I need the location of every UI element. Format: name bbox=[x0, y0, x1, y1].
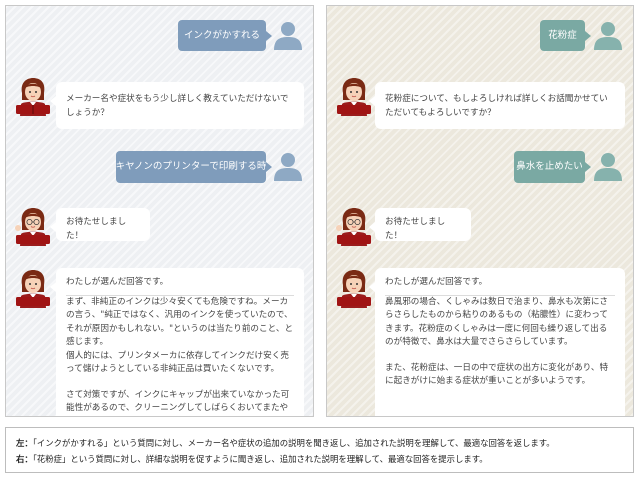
user-message-text: インクがかすれる bbox=[184, 29, 261, 41]
bot-avatar-icon bbox=[15, 208, 50, 246]
user-silhouette-icon bbox=[274, 153, 302, 181]
bot-avatar-icon bbox=[336, 208, 371, 246]
user-message-text: 鼻水を止めたい bbox=[516, 161, 583, 172]
user-message-bubble: 鼻水を止めたい bbox=[514, 151, 591, 183]
bot-message-text: 花粉症について、もしよろしければ詳しくお話聞かせていただいてもよろしいですか？ bbox=[385, 94, 608, 118]
bot-message-bubble: お待たせしました！ bbox=[369, 208, 471, 241]
bot-answer-bubble: わたしが選んだ回答です。 まず、非純正のインクは少々安くても危険ですね。メーカの… bbox=[50, 268, 304, 417]
caption-left-text: 「インクがかすれる」という質問に対し、メーカー名や症状の追加の説明を聞き返し、追… bbox=[32, 438, 555, 448]
caption-line-left: 左：「インクがかすれる」という質問に対し、メーカー名や症状の追加の説明を聞き返し… bbox=[16, 435, 623, 451]
answer-paragraph: また、花粉症は、一日の中で症状の出方に変化があり、特に起きがけに始まる症状が重い… bbox=[385, 362, 609, 387]
left-chat-panel: インクがかすれる メーカー名や症状をもう少し詳しく教えていただけないでしょうか？… bbox=[5, 5, 314, 417]
right-chat-panel: 花粉症 花粉症について、もしよろしければ詳しくお話聞かせていただいてもよろしいで… bbox=[326, 5, 634, 417]
bot-message-text: お待たせしました！ bbox=[66, 217, 127, 241]
bot-message-text: メーカー名や症状をもう少し詳しく教えていただけないでしょうか？ bbox=[66, 94, 289, 118]
user-message-text: キヤノンのプリンターで印刷する時 bbox=[115, 161, 267, 172]
caption-right-text: 「花粉症」という質問に対し、詳細な説明を促すように聞き返し、追加された説明を理解… bbox=[32, 454, 488, 464]
user-message-text: 花粉症 bbox=[548, 29, 577, 41]
answer-paragraph: さて対策ですが、インクにキャップが出来ていなかった可能性があるので、クリーニング… bbox=[66, 389, 290, 414]
user-silhouette-icon bbox=[274, 22, 302, 50]
answer-paragraph: まず、非純正のインクは少々安くても危険ですね。メーカの言う、"純正ではなく、汎用… bbox=[66, 296, 294, 348]
bot-message-bubble: 花粉症について、もしよろしければ詳しくお話聞かせていただいてもよろしいですか？ bbox=[369, 82, 625, 129]
answer-heading: わたしが選んだ回答です。 bbox=[66, 276, 294, 296]
user-message-bubble: インクがかすれる bbox=[178, 20, 272, 51]
user-silhouette-icon bbox=[594, 153, 622, 181]
user-message-bubble: キヤノンのプリンターで印刷する時 bbox=[115, 151, 272, 183]
answer-paragraph: 個人的には、プリンタメーカに依存してインクだけ安く売って儲けようとしている非純正… bbox=[66, 350, 289, 375]
bot-avatar-icon bbox=[337, 270, 371, 308]
bot-message-text: お待たせしました！ bbox=[385, 217, 446, 241]
bot-avatar-icon bbox=[16, 270, 50, 308]
answer-body: 鼻風邪の場合、くしゃみは数日で治まり、鼻水も次第にさらさらしたものから粘りのある… bbox=[385, 296, 615, 389]
caption-left-label: 左： bbox=[16, 438, 33, 448]
answer-heading: わたしが選んだ回答です。 bbox=[385, 276, 615, 296]
caption-line-right: 右：「花粉症」という質問に対し、詳細な説明を促すように聞き返し、追加された説明を… bbox=[16, 451, 623, 467]
answer-body: まず、非純正のインクは少々安くても危険ですね。メーカの言う、"純正ではなく、汎用… bbox=[66, 296, 294, 417]
user-silhouette-icon bbox=[594, 22, 622, 50]
bot-answer-bubble: わたしが選んだ回答です。 鼻風邪の場合、くしゃみは数日で治まり、鼻水も次第にさら… bbox=[369, 268, 625, 416]
bot-message-bubble: メーカー名や症状をもう少し詳しく教えていただけないでしょうか？ bbox=[50, 82, 304, 129]
bot-avatar-icon bbox=[16, 78, 50, 116]
answer-paragraph: 鼻風邪の場合、くしゃみは数日で治まり、鼻水も次第にさらさらしたものから粘りのある… bbox=[385, 296, 609, 348]
user-message-bubble: 花粉症 bbox=[540, 20, 591, 51]
caption-right-label: 右： bbox=[16, 454, 33, 464]
figure-caption: 左：「インクがかすれる」という質問に対し、メーカー名や症状の追加の説明を聞き返し… bbox=[5, 427, 634, 473]
bot-avatar-icon bbox=[337, 78, 371, 116]
bot-message-bubble: お待たせしました！ bbox=[50, 208, 150, 241]
